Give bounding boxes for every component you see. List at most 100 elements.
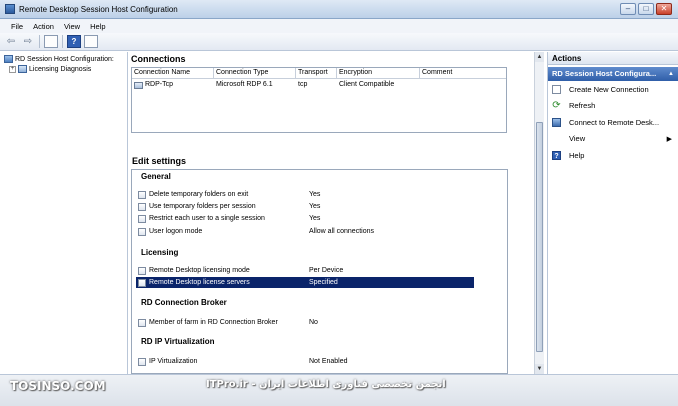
- collapse-icon[interactable]: ▲: [668, 67, 674, 81]
- tree-node-licensing[interactable]: + Licensing Diagnosis: [0, 64, 127, 74]
- menu-action[interactable]: Action: [28, 22, 59, 31]
- action-label: Create New Connection: [569, 84, 649, 94]
- settings-row[interactable]: Delete temporary folders on exit Yes: [136, 189, 474, 200]
- action-help[interactable]: ? Help: [548, 147, 678, 164]
- column-header[interactable]: Encryption: [337, 68, 420, 78]
- menu-view[interactable]: View: [59, 22, 85, 31]
- setting-value: Not Enabled: [309, 358, 348, 365]
- status-bar: TOSINSO.COM ITPro.ir - انجمن تخصصی فناور…: [0, 374, 678, 406]
- window-controls: – □ ✕: [620, 3, 672, 15]
- property-icon: [138, 214, 146, 223]
- connection-icon: [134, 81, 143, 89]
- connection-comment: [420, 79, 506, 91]
- app-icon: [5, 4, 15, 14]
- minimize-button[interactable]: –: [620, 3, 636, 15]
- settings-row[interactable]: User logon mode Allow all connections: [136, 226, 474, 237]
- property-icon: [138, 266, 146, 275]
- show-hide-tree-icon[interactable]: [44, 35, 58, 48]
- tree-node-label: RD Session Host Configuration:: [15, 55, 114, 63]
- connection-name-cell: RDP-Tcp: [132, 79, 214, 91]
- actions-pane: Actions RD Session Host Configura... ▲ C…: [547, 52, 678, 374]
- actions-group-title: RD Session Host Configura...: [552, 69, 657, 78]
- connection-encryption: Client Compatible: [339, 81, 395, 88]
- remote-desktop-icon: [552, 117, 561, 127]
- back-arrow-icon[interactable]: ⇦: [4, 35, 18, 48]
- setting-label: User logon mode: [149, 228, 203, 235]
- action-label: Connect to Remote Desk...: [569, 117, 660, 127]
- action-view[interactable]: View ▶: [548, 131, 678, 148]
- toolbar: ⇦ ⇨ ?: [0, 33, 678, 51]
- connection-transport: tcp: [298, 81, 308, 88]
- connection-type: Microsoft RDP 6.1: [216, 81, 273, 88]
- property-icon: [138, 202, 146, 211]
- new-connection-icon: [552, 84, 561, 94]
- action-refresh[interactable]: ⟳ Refresh: [548, 98, 678, 115]
- setting-label: Restrict each user to a single session: [149, 215, 265, 222]
- scroll-down-icon[interactable]: ▼: [535, 364, 544, 374]
- settings-row[interactable]: Restrict each user to a single session Y…: [136, 213, 474, 224]
- close-button[interactable]: ✕: [656, 3, 672, 15]
- group-heading-licensing: Licensing: [141, 248, 179, 257]
- show-action-pane-icon[interactable]: [84, 35, 98, 48]
- results-pane: Connections Connection Name Connection T…: [129, 52, 544, 374]
- setting-value: Specified: [309, 279, 338, 286]
- menu-file[interactable]: File: [6, 22, 28, 31]
- setting-value: Per Device: [309, 267, 344, 274]
- help-icon[interactable]: ?: [67, 35, 81, 48]
- settings-row[interactable]: IP Virtualization Not Enabled: [136, 356, 474, 367]
- property-icon: [138, 190, 146, 199]
- forward-arrow-icon[interactable]: ⇨: [21, 35, 35, 48]
- computer-icon: [4, 55, 13, 63]
- table-row[interactable]: RDP-Tcp Microsoft RDP 6.1 tcp Client Com…: [132, 79, 506, 91]
- scroll-thumb[interactable]: [536, 122, 543, 352]
- toolbar-separator: [62, 35, 63, 48]
- maximize-button[interactable]: □: [638, 3, 654, 15]
- connection-name: RDP-Tcp: [145, 81, 174, 88]
- settings-row-selected[interactable]: Remote Desktop license servers Specified: [136, 277, 474, 288]
- column-header[interactable]: Connection Name: [132, 68, 214, 78]
- setting-value: Yes: [309, 191, 321, 198]
- submenu-arrow-icon: ▶: [666, 135, 672, 143]
- actions-group-header[interactable]: RD Session Host Configura... ▲: [548, 67, 678, 81]
- setting-value: Yes: [309, 215, 321, 222]
- setting-value: No: [309, 319, 318, 326]
- table-header: Connection Name Connection Type Transpor…: [132, 68, 506, 79]
- settings-row[interactable]: Use temporary folders per session Yes: [136, 201, 474, 212]
- action-label: View: [569, 134, 586, 144]
- setting-label: IP Virtualization: [149, 358, 198, 365]
- property-icon: [138, 278, 146, 287]
- blank-icon: [552, 134, 561, 143]
- action-connect-remote-desktop[interactable]: Connect to Remote Desk...: [548, 114, 678, 131]
- property-icon: [138, 318, 146, 327]
- property-icon: [138, 227, 146, 236]
- action-create-new-connection[interactable]: Create New Connection: [548, 81, 678, 98]
- menu-bar: File Action View Help: [0, 19, 678, 33]
- setting-label: Delete temporary folders on exit: [149, 191, 249, 198]
- tree-node-root[interactable]: RD Session Host Configuration:: [0, 54, 127, 64]
- window-title: Remote Desktop Session Host Configuratio…: [19, 4, 178, 14]
- watermark-right: ITPro.ir - انجمن تخصصی فناوری اطلاعات ای…: [206, 379, 446, 390]
- connections-table: Connection Name Connection Type Transpor…: [131, 67, 507, 133]
- column-header[interactable]: Transport: [296, 68, 337, 78]
- setting-label: Remote Desktop licensing mode: [149, 267, 250, 274]
- title-bar: Remote Desktop Session Host Configuratio…: [0, 0, 678, 19]
- vertical-scrollbar[interactable]: ▲ ▼: [534, 52, 544, 374]
- column-header[interactable]: Connection Type: [214, 68, 296, 78]
- menu-help[interactable]: Help: [85, 22, 110, 31]
- edit-settings-list: General Delete temporary folders on exit…: [131, 169, 508, 374]
- expand-icon[interactable]: +: [9, 65, 16, 73]
- edit-settings-heading: Edit settings: [132, 156, 187, 166]
- setting-label: Remote Desktop license servers: [149, 279, 250, 286]
- scroll-up-icon[interactable]: ▲: [535, 52, 544, 62]
- action-label: Help: [569, 150, 585, 160]
- settings-row[interactable]: Member of farm in RD Connection Broker N…: [136, 317, 474, 328]
- setting-label: Member of farm in RD Connection Broker: [149, 319, 278, 326]
- property-icon: [138, 357, 146, 366]
- refresh-icon: ⟳: [552, 100, 561, 112]
- group-heading-general: General: [141, 172, 171, 181]
- watermark-left: TOSINSO.COM: [10, 379, 106, 393]
- column-header[interactable]: Comment: [420, 68, 506, 78]
- actions-heading: Actions: [548, 52, 678, 65]
- action-label: Refresh: [569, 101, 596, 111]
- settings-row[interactable]: Remote Desktop licensing mode Per Device: [136, 265, 474, 276]
